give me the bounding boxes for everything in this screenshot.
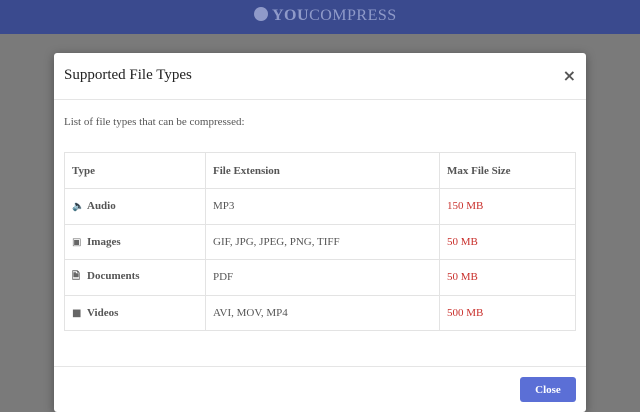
logo-you-text: YOU	[272, 7, 310, 24]
modal-overlay[interactable]: Supported File Types × List of file type…	[0, 34, 640, 412]
type-cell: 🔈 Audio	[64, 188, 206, 225]
top-header: YOUCOMPRESS	[0, 0, 640, 34]
max-size-cell: 150 MB	[439, 188, 576, 225]
modal-footer: Close	[54, 366, 586, 412]
speaker-icon: 🔈	[72, 201, 85, 213]
table-row: ▣ Images GIF, JPG, JPEG, PNG, TIFF 50 MB	[64, 223, 576, 260]
modal-header: Supported File Types ×	[54, 53, 586, 100]
table-header-row: Type File Extension Max File Size	[64, 152, 576, 189]
close-icon[interactable]: ×	[563, 66, 576, 85]
type-label: Videos	[87, 306, 119, 319]
type-label: Documents	[87, 269, 140, 282]
modal-title: Supported File Types	[64, 67, 192, 83]
column-header-max-size: Max File Size	[439, 152, 576, 189]
type-cell: ■ Videos	[64, 294, 206, 331]
table-row: 🔈 Audio MP3 150 MB	[64, 188, 576, 225]
site-logo[interactable]: YOUCOMPRESS	[254, 7, 397, 25]
type-label: Audio	[87, 200, 116, 213]
max-size-cell: 500 MB	[439, 294, 576, 331]
file-types-table: Type File Extension Max File Size 🔈 Audio…	[64, 152, 576, 331]
table-row: ■ Videos AVI, MOV, MP4 500 MB	[64, 294, 576, 331]
max-size-cell: 50 MB	[439, 223, 576, 260]
max-size-cell: 50 MB	[439, 259, 576, 296]
extension-cell: PDF	[205, 259, 440, 296]
video-camera-icon: ■	[72, 307, 82, 319]
extension-cell: AVI, MOV, MP4	[205, 294, 440, 331]
type-label: Images	[87, 235, 121, 248]
extension-cell: GIF, JPG, JPEG, PNG, TIFF	[205, 223, 440, 260]
table-row: 🗎 Documents PDF 50 MB	[64, 259, 576, 296]
column-header-extension: File Extension	[205, 152, 440, 189]
modal-body: List of file types that can be compresse…	[54, 116, 586, 331]
intro-text: List of file types that can be compresse…	[64, 116, 245, 128]
extension-cell: MP3	[205, 188, 440, 225]
column-header-type: Type	[64, 152, 206, 189]
document-icon: 🗎	[72, 270, 81, 282]
logo-icon	[254, 7, 268, 21]
type-cell: 🗎 Documents	[64, 259, 206, 296]
supported-file-types-modal: Supported File Types × List of file type…	[54, 53, 586, 412]
close-button[interactable]: Close	[520, 377, 576, 402]
logo-compress-text: COMPRESS	[309, 7, 397, 24]
image-icon: ▣	[72, 236, 82, 248]
type-cell: ▣ Images	[64, 223, 206, 260]
